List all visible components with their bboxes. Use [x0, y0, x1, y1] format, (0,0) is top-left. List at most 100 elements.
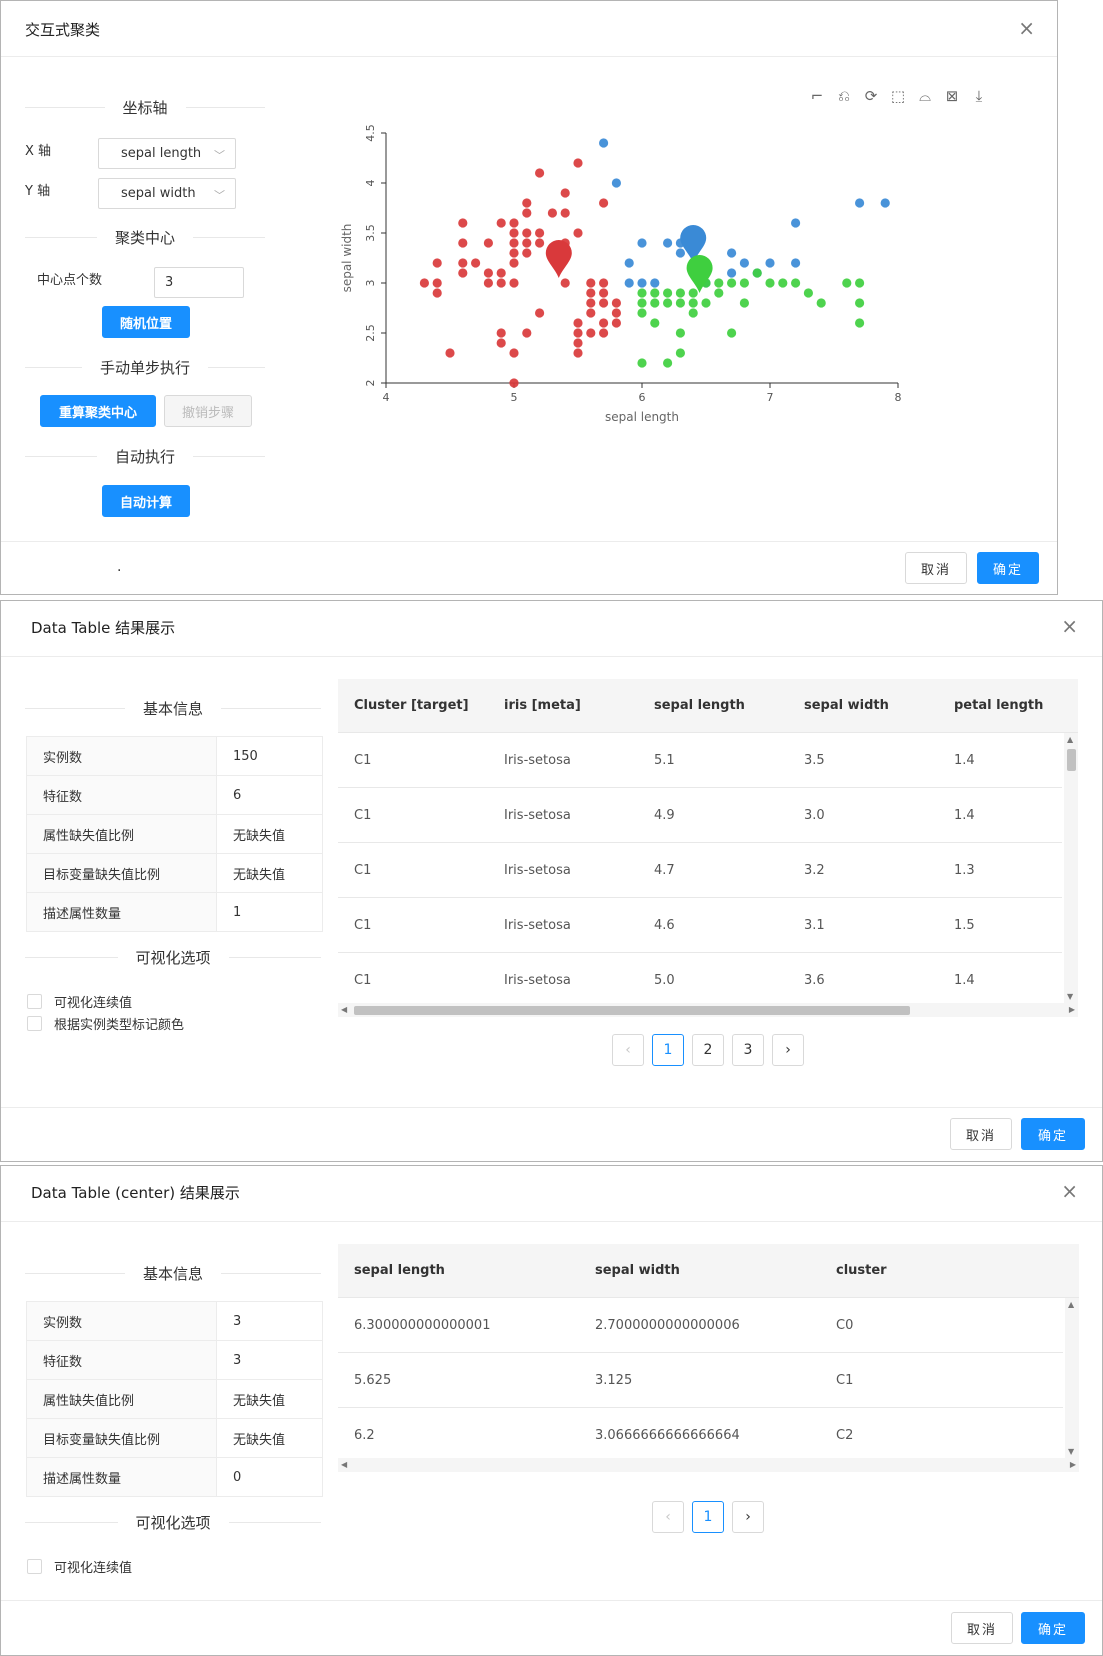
x-tick-label: 7	[767, 391, 774, 404]
data-point-red	[483, 268, 493, 278]
info-value: 0	[216, 1457, 323, 1497]
rect-select-icon[interactable]: ⬚	[889, 87, 907, 105]
data-point-red	[483, 238, 493, 248]
y-axis-select[interactable]: sepal width ﹀	[98, 178, 236, 209]
vertical-scrollbar[interactable]: ▲ ▼	[1065, 1298, 1079, 1458]
visualize-continuous-checkbox[interactable]: 可视化连续值	[27, 1557, 132, 1576]
table-cell: 5.625	[354, 1373, 392, 1388]
column-header[interactable]: sepal length	[354, 1263, 445, 1278]
next-page-button[interactable]: ›	[732, 1501, 764, 1533]
data-point-red	[586, 288, 596, 298]
column-header[interactable]: cluster	[836, 1263, 887, 1278]
page-1-button[interactable]: 1	[692, 1501, 724, 1533]
table-row[interactable]: 5.625 3.125 C1	[338, 1353, 1063, 1408]
data-point-blue	[637, 238, 647, 248]
data-point-green	[739, 278, 749, 288]
visualize-continuous-checkbox[interactable]: 可视化连续值	[27, 992, 132, 1011]
column-header[interactable]: Cluster [target]	[354, 698, 469, 713]
column-header[interactable]: iris [meta]	[504, 698, 581, 713]
data-point-red	[611, 308, 621, 318]
y-tick-label: 3	[364, 280, 377, 287]
download-icon[interactable]: ⤓	[970, 87, 988, 105]
y-tick-label: 2.5	[364, 324, 377, 342]
data-point-red	[611, 318, 621, 328]
y-tick-label: 2	[364, 380, 377, 387]
data-point-red	[496, 338, 506, 348]
column-header[interactable]: sepal length	[654, 698, 745, 713]
info-row: 属性缺失值比例 无缺失值	[26, 814, 323, 854]
color-by-instance-checkbox[interactable]: 根据实例类型标记颜色	[27, 1014, 184, 1033]
header-divider	[1, 56, 1057, 57]
data-point-red	[586, 308, 596, 318]
data-point-green	[688, 288, 698, 298]
table-row[interactable]: C1 Iris-setosa 4.9 3.0 1.4	[338, 788, 1062, 843]
clear-select-icon[interactable]: ⊠	[943, 87, 961, 105]
next-page-button[interactable]: ›	[772, 1034, 804, 1066]
auto-section-title: 自动执行	[25, 446, 266, 467]
table-cell: C1	[354, 753, 372, 768]
ok-button[interactable]: 确定	[977, 552, 1039, 584]
crop-undo-icon[interactable]: ⎌	[835, 87, 853, 105]
auto-compute-button[interactable]: 自动计算	[102, 485, 190, 517]
vertical-scrollbar[interactable]: ▲ ▼	[1064, 733, 1078, 1003]
data-point-green	[663, 288, 673, 298]
data-point-green	[765, 278, 775, 288]
column-header[interactable]: sepal width	[804, 698, 889, 713]
data-point-red	[496, 268, 506, 278]
table-row[interactable]: 6.2 3.0666666666666664 C2	[338, 1408, 1063, 1463]
undo-step-button[interactable]: 撤销步骤	[164, 395, 252, 427]
scatter-chart[interactable]: 4 5 6 7 8 2 2.5 3 3.5 4 4.5 sepal length sepal width	[331, 121, 951, 451]
table-row[interactable]: C1 Iris-setosa 5.0 3.6 1.4	[338, 953, 1062, 1008]
data-point-blue	[675, 248, 685, 258]
table-cell: 3.0	[804, 808, 825, 823]
cancel-button[interactable]: 取消	[951, 1612, 1013, 1644]
close-icon[interactable]: ×	[1061, 615, 1078, 637]
column-header[interactable]: petal length	[954, 698, 1043, 713]
data-point-red	[445, 348, 455, 358]
table-cell: 4.7	[654, 863, 675, 878]
ok-button[interactable]: 确定	[1021, 1612, 1085, 1644]
column-header[interactable]: sepal width	[595, 1263, 680, 1278]
refresh-icon[interactable]: ⟳	[862, 87, 880, 105]
data-point-green	[739, 298, 749, 308]
data-point-green	[637, 298, 647, 308]
center-table-dialog: Data Table (center) 结果展示 × 基本信息 实例数 3 特征数 3…	[0, 1165, 1103, 1656]
ok-button[interactable]: 确定	[1021, 1118, 1085, 1150]
random-position-button[interactable]: 随机位置	[102, 306, 190, 338]
recompute-centers-button[interactable]: 重算聚类中心	[40, 395, 156, 427]
page-1-button[interactable]: 1	[652, 1034, 684, 1066]
data-point-red	[586, 298, 596, 308]
close-icon[interactable]: ×	[1018, 17, 1035, 39]
close-icon[interactable]: ×	[1061, 1180, 1078, 1202]
info-key: 属性缺失值比例	[26, 1379, 217, 1419]
data-point-red	[535, 168, 545, 178]
page-2-button[interactable]: 2	[692, 1034, 724, 1066]
table-row[interactable]: C1 Iris-setosa 5.1 3.5 1.4	[338, 733, 1062, 788]
footer-divider	[1, 1600, 1102, 1601]
lasso-select-icon[interactable]: ⌓	[916, 87, 934, 105]
data-point-green	[663, 298, 673, 308]
info-value: 3	[216, 1301, 323, 1341]
cancel-button[interactable]: 取消	[950, 1118, 1012, 1150]
prev-page-button[interactable]: ‹	[612, 1034, 644, 1066]
cancel-button[interactable]: 取消	[905, 552, 967, 584]
center-count-input[interactable]: 3	[154, 267, 244, 298]
table-row[interactable]: C1 Iris-setosa 4.7 3.2 1.3	[338, 843, 1062, 898]
info-value: 无缺失值	[216, 853, 323, 893]
page-3-button[interactable]: 3	[732, 1034, 764, 1066]
data-point-green	[650, 318, 660, 328]
horizontal-scrollbar[interactable]: ◀ ▶	[338, 1458, 1079, 1472]
info-value: 无缺失值	[216, 1379, 323, 1419]
dialog-title: Data Table (center) 结果展示	[31, 1184, 240, 1202]
table-row[interactable]: 6.300000000000001 2.7000000000000006 C0	[338, 1298, 1063, 1353]
data-point-red	[522, 208, 532, 218]
footer-dot: .	[117, 559, 122, 575]
table-row[interactable]: C1 Iris-setosa 4.6 3.1 1.5	[338, 898, 1062, 953]
horizontal-scrollbar[interactable]: ◀ ▶	[338, 1003, 1078, 1017]
x-axis-select[interactable]: sepal length ﹀	[98, 138, 236, 169]
y-tick-label: 4	[364, 180, 377, 187]
data-point-red	[522, 248, 532, 258]
data-point-red	[432, 258, 442, 268]
crop-icon[interactable]: ⌐	[808, 87, 826, 105]
prev-page-button[interactable]: ‹	[652, 1501, 684, 1533]
